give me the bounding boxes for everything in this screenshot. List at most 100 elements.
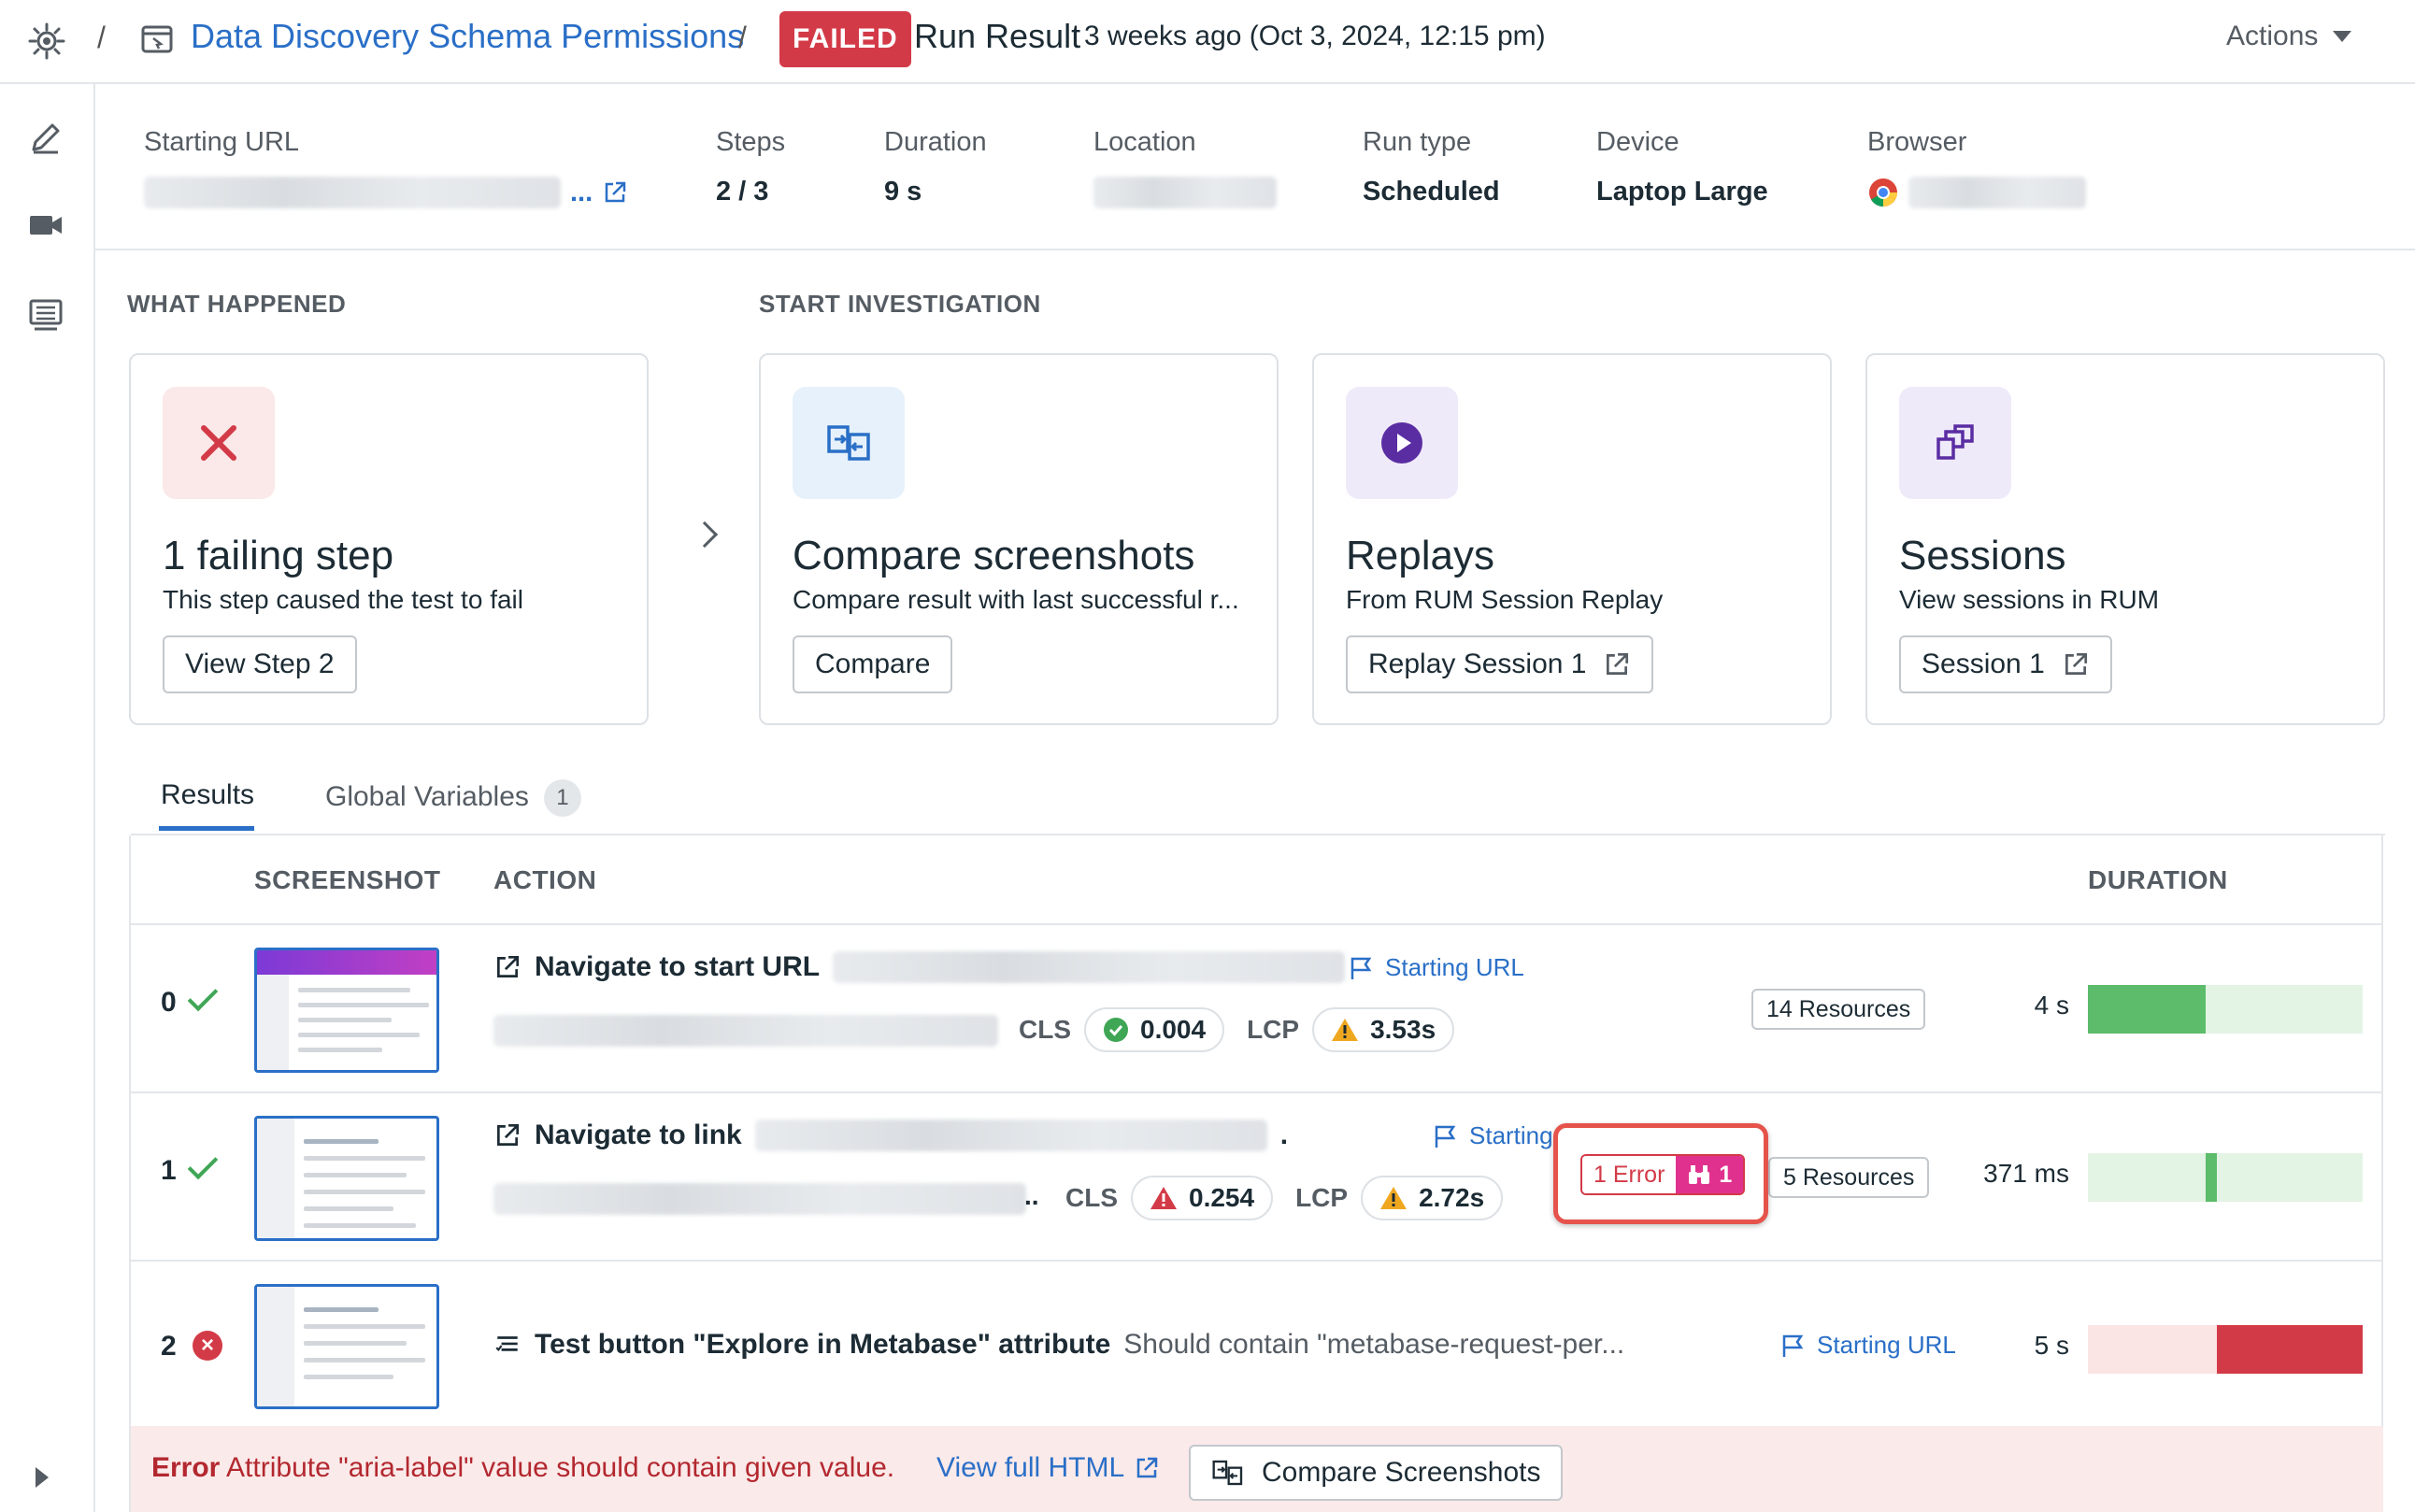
error-count: 1: [1719, 1161, 1733, 1188]
table-row[interactable]: 1 Navigate to link . Starting URL .. CLS…: [131, 1095, 2381, 1262]
meta-value: 2 / 3: [716, 177, 769, 207]
metric-value: 2.72s: [1419, 1183, 1485, 1212]
card-title: Replays: [1346, 533, 1494, 578]
metric-pill[interactable]: 0.004: [1084, 1007, 1225, 1052]
table-row[interactable]: 0 Navigate to start URL Starting URL CLS…: [131, 927, 2381, 1093]
metric-value: 0.004: [1140, 1015, 1207, 1044]
metric-pill[interactable]: 3.53s: [1312, 1007, 1455, 1052]
step-duration: 371 ms: [1983, 1159, 2069, 1188]
external-link-icon[interactable]: [602, 179, 628, 206]
button-label: View Step 2: [185, 649, 335, 679]
run-timestamp: 3 weeks ago (Oct 3, 2024, 12:15 pm): [1084, 21, 1546, 51]
card-title: 1 failing step: [163, 533, 394, 578]
resources-button[interactable]: 14 Resources: [1751, 989, 1926, 1030]
breadcrumb-test-link[interactable]: Data Discovery Schema Permissions: [191, 17, 744, 56]
metric-label: CLS: [1065, 1183, 1118, 1212]
close-icon: [201, 425, 236, 461]
metric-label: CLS: [1019, 1015, 1071, 1044]
action-text: Navigate to link: [535, 1120, 742, 1150]
step-screenshot[interactable]: [254, 1116, 439, 1241]
list-icon[interactable]: [26, 295, 65, 335]
error-count-label: 1 Error: [1582, 1156, 1677, 1193]
meta-label: Duration: [884, 127, 987, 157]
compare-screenshots-button[interactable]: Compare Screenshots: [1189, 1445, 1564, 1501]
meta-label: Location: [1093, 127, 1196, 157]
error-text: Attribute "aria-label" value should cont…: [226, 1452, 895, 1483]
error-label: Error: [151, 1452, 221, 1483]
action-text: Test button "Explore in Metabase" attrib…: [535, 1329, 1111, 1360]
tab-results[interactable]: Results: [161, 779, 254, 811]
column-header-duration: DURATION: [2088, 865, 2228, 894]
duration-bar-fill: [2217, 1325, 2363, 1374]
meta-browser: Browser: [1867, 127, 2086, 208]
url-ellipsis[interactable]: ...: [570, 178, 593, 208]
active-tab-indicator: [159, 826, 254, 831]
warning-icon: [1380, 1187, 1408, 1209]
step-screenshot[interactable]: [254, 1284, 439, 1409]
compare-icon: [1212, 1460, 1243, 1486]
step-action: Navigate to start URL: [493, 951, 1346, 983]
meta-location: Location: [1093, 127, 1277, 208]
replay-icon-tile: [1346, 387, 1458, 499]
button-label: Compare: [815, 649, 931, 679]
compare-button[interactable]: Compare: [793, 635, 953, 693]
table-row[interactable]: 2 × Test button "Explore in Metabase" at…: [131, 1263, 2381, 1426]
step-error-bar: Error Attribute "aria-label" value shoul…: [131, 1426, 2383, 1512]
tab-global-variables[interactable]: Global Variables 1: [325, 779, 581, 817]
datadog-logo-icon[interactable]: [26, 21, 67, 62]
status-badge: FAILED: [779, 11, 911, 67]
table-header: SCREENSHOT ACTION DURATION: [131, 835, 2381, 925]
actions-dropdown[interactable]: Actions: [2226, 21, 2352, 52]
resources-button[interactable]: 5 Resources: [1768, 1157, 1930, 1198]
expand-rail-icon[interactable]: [36, 1467, 49, 1488]
alert-icon: [1150, 1187, 1177, 1209]
external-link-icon: [497, 1123, 520, 1146]
pencil-icon[interactable]: [26, 118, 65, 157]
card-description: View sessions in RUM: [1899, 585, 2160, 614]
card-title: Sessions: [1899, 533, 2066, 578]
sessions-icon: [1936, 424, 1974, 460]
metric-value: 0.254: [1189, 1183, 1255, 1212]
metric-label: LCP: [1247, 1015, 1300, 1044]
meta-starting-url: Starting URL ...: [144, 127, 628, 208]
browser-test-icon: [141, 25, 173, 53]
warning-icon: [1332, 1019, 1359, 1041]
replay-session-button[interactable]: Replay Session 1: [1346, 635, 1654, 693]
meta-label: Run type: [1363, 127, 1472, 157]
external-link-icon: [497, 955, 520, 977]
meta-label: Steps: [716, 127, 786, 157]
start-investigation-heading: START INVESTIGATION: [759, 290, 1041, 318]
duration-bar-fill: [2206, 1153, 2217, 1202]
starting-url-link[interactable]: Starting URL: [1779, 1331, 1956, 1360]
meta-value: Scheduled: [1363, 177, 1500, 207]
failure-icon-tile: [163, 387, 275, 499]
redacted-url: [833, 951, 1346, 983]
duration-bar: [2088, 1153, 2363, 1202]
view-full-html-link[interactable]: View full HTML: [936, 1452, 1160, 1484]
error-highlight: 1 Error 1: [1553, 1123, 1768, 1224]
meta-steps: Steps 2 / 3: [716, 127, 785, 207]
starting-url-link[interactable]: Starting URL: [1348, 953, 1524, 982]
step-screenshot[interactable]: [254, 948, 439, 1073]
rum-errors-badge: 1: [1676, 1156, 1744, 1193]
video-camera-icon[interactable]: [26, 206, 65, 245]
compare-screenshots-card: Compare screenshots Compare result with …: [759, 353, 1279, 725]
flag-icon: [1782, 1334, 1804, 1357]
view-step-button[interactable]: View Step 2: [163, 635, 357, 693]
card-title: Compare screenshots: [793, 533, 1195, 578]
metric-pill[interactable]: 2.72s: [1361, 1176, 1504, 1220]
meta-value: 9 s: [884, 177, 922, 207]
metric-pill[interactable]: 0.254: [1131, 1176, 1274, 1220]
column-header-action: ACTION: [493, 865, 597, 894]
step-index: 0: [161, 987, 177, 1018]
meta-label: Browser: [1867, 127, 1967, 157]
action-trailing-dot: .: [1279, 1120, 1289, 1150]
breadcrumb-separator: /: [97, 21, 106, 54]
external-link-icon: [1136, 1457, 1158, 1478]
button-label: Replay Session 1: [1368, 649, 1587, 679]
error-chip[interactable]: 1 Error 1: [1580, 1154, 1746, 1195]
step-duration: 5 s: [2034, 1331, 2069, 1360]
session-button[interactable]: Session 1: [1899, 635, 2112, 693]
meta-value: Laptop Large: [1596, 177, 1768, 207]
link-text: Starting URL: [1385, 953, 1524, 981]
